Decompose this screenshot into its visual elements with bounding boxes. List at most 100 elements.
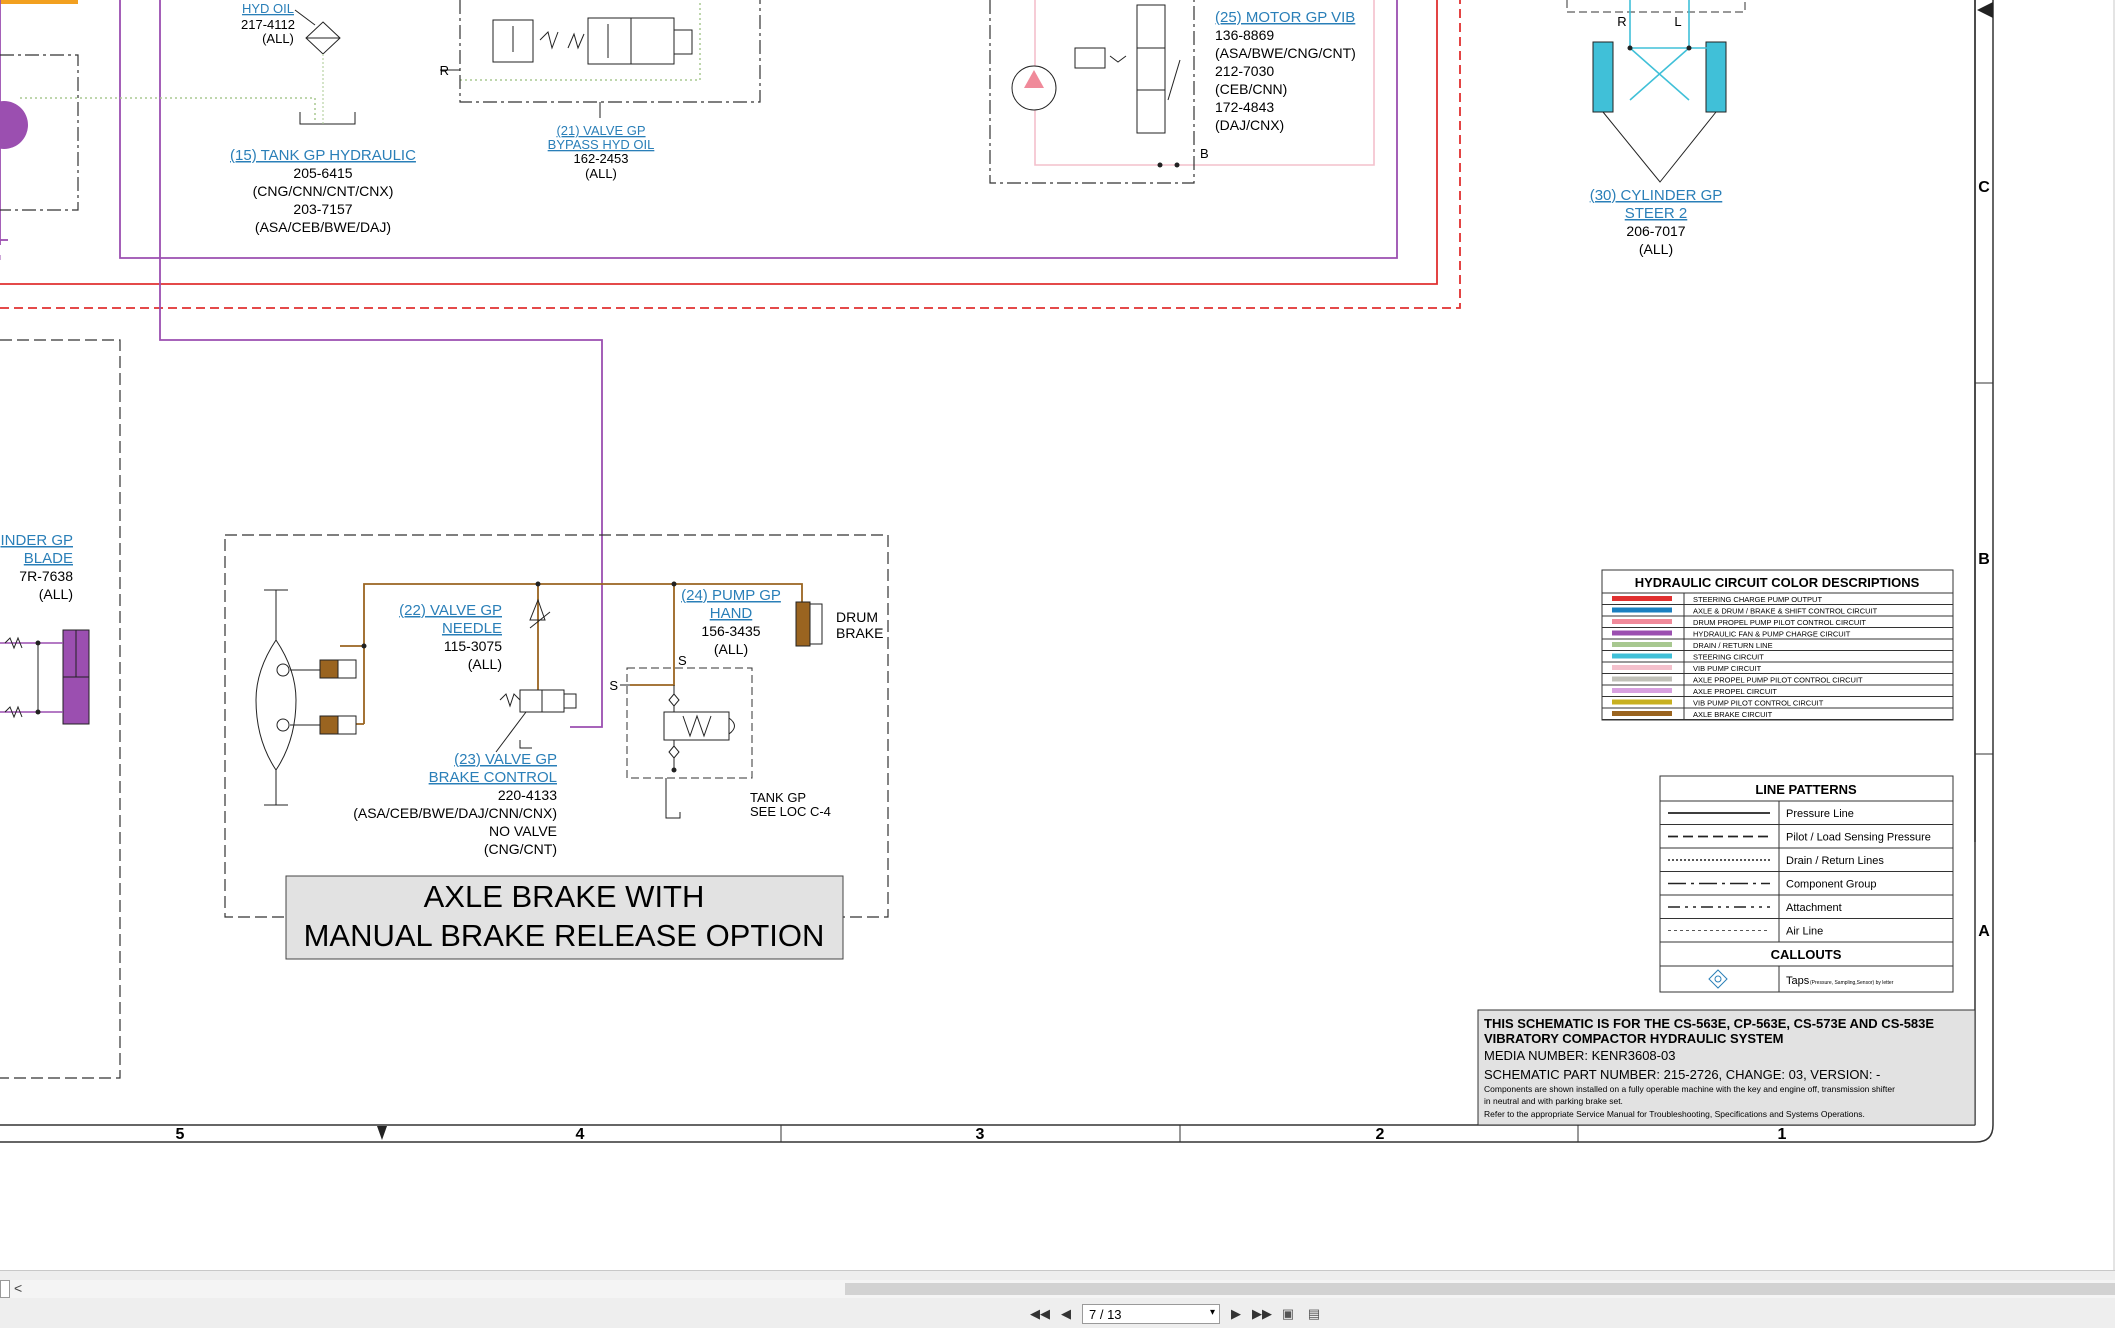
legend-swatch <box>1612 711 1672 716</box>
brake-ctrl-novalve: NO VALVE <box>489 823 557 839</box>
hand-pump-link-2[interactable]: HAND <box>710 605 753 622</box>
hyd-oil-link[interactable]: HYD OIL <box>242 1 294 16</box>
needle-valve-link-2[interactable]: NEEDLE <box>442 620 502 637</box>
port-r-left: R <box>440 63 449 78</box>
legend-label: AXLE BRAKE CIRCUIT <box>1693 710 1773 719</box>
pattern-label: Component Group <box>1786 879 1877 891</box>
cylinder-gp-steer-link-1[interactable]: (30) CYLINDER GP <box>1590 187 1723 204</box>
motor-pn1: 136-8869 <box>1215 27 1274 43</box>
brake-control-valve-link-2[interactable]: BRAKE CONTROL <box>429 769 557 786</box>
option-title-2: MANUAL BRAKE RELEASE OPTION <box>304 918 825 953</box>
bypass-cfg: (ALL) <box>585 166 617 181</box>
legend-swatch <box>1612 653 1672 659</box>
drum-brake-2: BRAKE <box>836 625 883 641</box>
tank-pn1: 205-6415 <box>293 165 352 181</box>
scroll-left-icon[interactable]: < <box>14 1280 22 1296</box>
two-page-icon[interactable]: ▤ <box>1304 1305 1324 1323</box>
legend-label: STEERING CHARGE PUMP OUTPUT <box>1693 595 1822 604</box>
pattern-label: Attachment <box>1786 902 1842 914</box>
page-navigation: ◀◀ ◀ 7 / 13 ▾ ▶ ▶▶ ▣ ▤ <box>1030 1302 1324 1326</box>
bypass-valve-link-2[interactable]: BYPASS HYD OIL <box>548 137 655 152</box>
legend-label: HYDRAULIC FAN & PUMP CHARGE CIRCUIT <box>1693 630 1851 639</box>
hand-pump-pn: 156-3435 <box>701 623 760 639</box>
cylinder-gp-blade-link-1[interactable]: INDER GP <box>0 532 73 549</box>
legend-swatch <box>1612 688 1672 693</box>
title-block: THIS SCHEMATIC IS FOR THE CS-563E, CP-56… <box>1477 1009 1976 1126</box>
cyl-steer-cfg: (ALL) <box>1639 241 1673 257</box>
zone-col-3: 3 <box>976 1126 985 1143</box>
option-title-1: AXLE BRAKE WITH <box>424 879 705 914</box>
page-number-input[interactable]: 7 / 13 ▾ <box>1082 1304 1220 1324</box>
motor-gp-vib-link[interactable]: (25) MOTOR GP VIB <box>1215 9 1355 26</box>
next-page-icon[interactable]: ▶ <box>1226 1304 1246 1324</box>
title-line-1: THIS SCHEMATIC IS FOR THE CS-563E, CP-56… <box>1484 1016 1934 1031</box>
color-legend: HYDRAULIC CIRCUIT COLOR DESCRIPTIONS STE… <box>1601 569 1954 721</box>
schematic-part-number: SCHEMATIC PART NUMBER: 215-2726, CHANGE:… <box>1484 1067 1880 1082</box>
cyl-blade-pn: 7R-7638 <box>19 568 73 584</box>
chevron-down-icon[interactable]: ▾ <box>1210 1307 1215 1318</box>
zone-col-4: 4 <box>576 1126 585 1143</box>
tank-cfg1: (CNG/CNN/CNT/CNX) <box>253 183 394 199</box>
legend-label: AXLE PROPEL CIRCUIT <box>1693 687 1777 696</box>
zone-col-2: 2 <box>1376 1126 1385 1143</box>
zone-row-b: B <box>1978 551 1990 568</box>
taps-label: Taps <box>1786 975 1810 987</box>
zone-col-5: 5 <box>176 1126 185 1143</box>
bypass-valve-link-1[interactable]: (21) VALVE GP <box>556 123 645 138</box>
motor-cfg2: (CEB/CNN) <box>1215 81 1287 97</box>
tank-gp-hydraulic-link[interactable]: (15) TANK GP HYDRAULIC <box>230 147 416 164</box>
media-number: MEDIA NUMBER: KENR3608-03 <box>1484 1048 1675 1063</box>
legend-swatch <box>1612 699 1672 705</box>
line-patterns-title: LINE PATTERNS <box>1755 782 1857 797</box>
horizontal-scroll-thumb[interactable] <box>845 1283 2115 1295</box>
skip-first-icon[interactable]: ◀◀ <box>1030 1304 1050 1324</box>
zone-row-c: C <box>1978 179 1990 196</box>
hand-pump-link-1[interactable]: (24) PUMP GP <box>681 587 781 604</box>
needle-valve-link-1[interactable]: (22) VALVE GP <box>399 602 502 619</box>
motor-pn2: 212-7030 <box>1215 63 1274 79</box>
cyl-steer-pn: 206-7017 <box>1626 223 1685 239</box>
zone-row-a: A <box>1978 923 1990 940</box>
port-s2: S <box>678 653 687 668</box>
cylinder-gp-steer-link-2[interactable]: STEER 2 <box>1625 205 1688 222</box>
line-patterns-legend: LINE PATTERNS Pressure Line Pilot / Load … <box>1659 775 1954 993</box>
hydraulic-schematic: 5 4 3 2 1 C B A HYD OIL 217-4112 (ALL) (… <box>0 0 2115 1270</box>
brake-control-valve-link-1[interactable]: (23) VALVE GP <box>454 751 557 768</box>
port-r-top: R <box>1617 14 1626 29</box>
prev-page-icon[interactable]: ◀ <box>1056 1304 1076 1324</box>
needle-cfg: (ALL) <box>468 656 502 672</box>
tank-ref-1: TANK GP <box>750 790 806 805</box>
color-legend-title: HYDRAULIC CIRCUIT COLOR DESCRIPTIONS <box>1635 575 1920 590</box>
pattern-label: Drain / Return Lines <box>1786 855 1884 867</box>
title-note-1: Components are shown installed on a full… <box>1484 1084 1895 1094</box>
needle-pn: 115-3075 <box>444 638 502 654</box>
tank-ref-2: SEE LOC C-4 <box>750 804 831 819</box>
motor-cfg1: (ASA/BWE/CNG/CNT) <box>1215 45 1356 61</box>
legend-swatch <box>1612 642 1672 647</box>
legend-label: VIB PUMP PILOT CONTROL CIRCUIT <box>1693 699 1824 708</box>
bypass-pn: 162-2453 <box>574 151 629 166</box>
pattern-label: Air Line <box>1786 926 1823 938</box>
zone-col-1: 1 <box>1778 1126 1787 1143</box>
pattern-label: Pressure Line <box>1786 808 1854 820</box>
fit-page-icon[interactable]: ▣ <box>1278 1305 1298 1323</box>
legend-swatch <box>1612 630 1672 636</box>
skip-last-icon[interactable]: ▶▶ <box>1252 1304 1272 1324</box>
callouts-title: CALLOUTS <box>1771 947 1842 962</box>
brake-ctrl-cfg: (ASA/CEB/BWE/DAJ/CNN/CNX) <box>353 805 557 821</box>
horizontal-scrollbar[interactable]: < <box>0 1280 2115 1298</box>
drum-brake-1: DRUM <box>836 609 878 625</box>
motor-cfg3: (DAJ/CNX) <box>1215 117 1284 133</box>
orange-marker <box>0 0 78 4</box>
taps-note: (Pressure, Sampling,Sensor) by letter <box>1810 980 1894 986</box>
legend-swatch <box>1612 607 1672 613</box>
cyl-blade-cfg: (ALL) <box>39 586 73 602</box>
port-l-top: L <box>1674 14 1681 29</box>
legend-label: AXLE PROPEL PUMP PILOT CONTROL CIRCUIT <box>1693 676 1863 685</box>
scroll-corner <box>0 1280 10 1298</box>
hyd-oil-pn: 217-4112 <box>241 17 295 32</box>
cylinder-gp-blade-link-2[interactable]: BLADE <box>24 550 73 567</box>
port-s1: S <box>609 678 618 693</box>
brake-ctrl-novalve-cfg: (CNG/CNT) <box>484 841 557 857</box>
legend-label: DRUM PROPEL PUMP PILOT CONTROL CIRCUIT <box>1693 618 1866 627</box>
